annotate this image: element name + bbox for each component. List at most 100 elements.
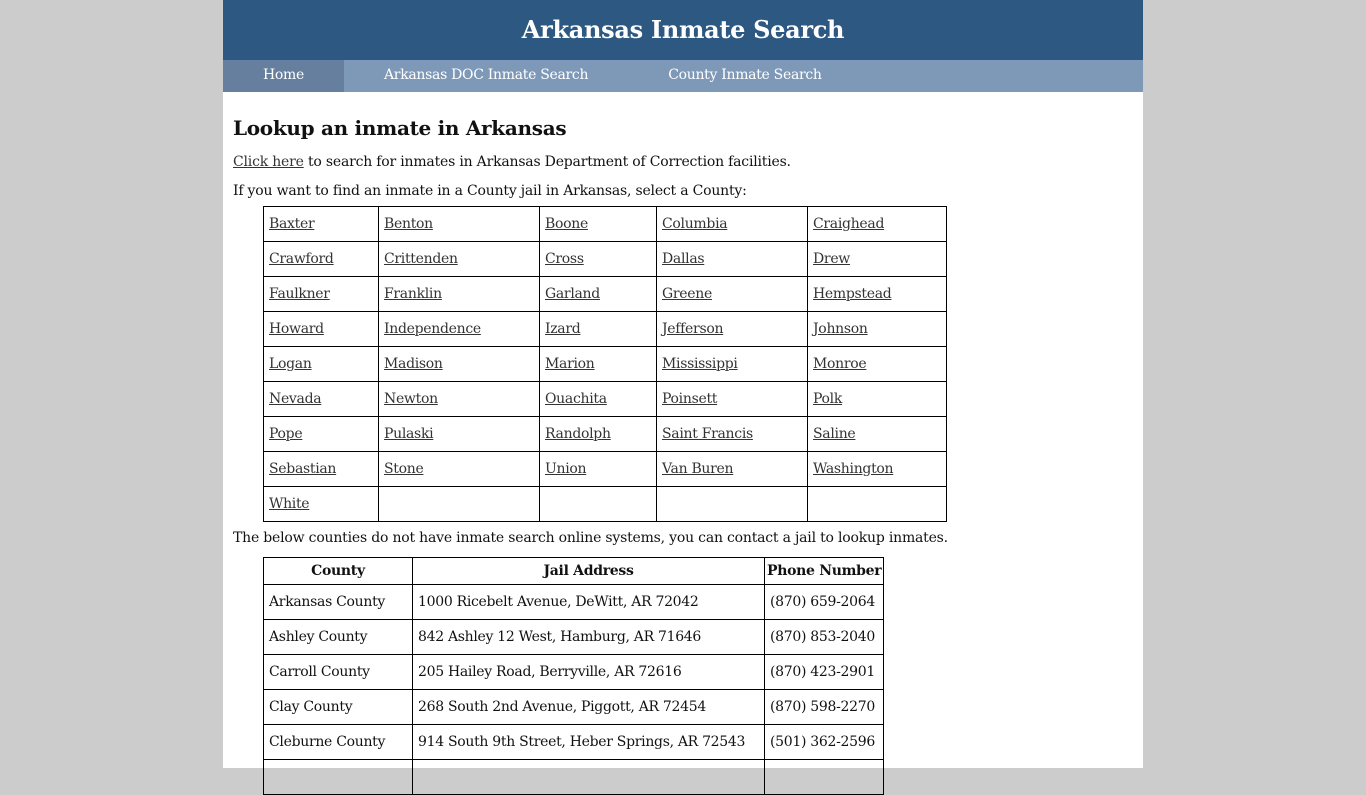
county-link[interactable]: Craighead xyxy=(813,216,884,232)
county-link[interactable]: Johnson xyxy=(813,321,868,337)
county-link[interactable]: Franklin xyxy=(384,286,442,302)
county-link[interactable]: Saint Francis xyxy=(662,426,753,442)
county-row: Nevada Newton Ouachita Poinsett Polk xyxy=(263,381,947,417)
county-link[interactable]: Stone xyxy=(384,461,424,477)
county-cell: Crittenden xyxy=(378,241,540,277)
county-link[interactable]: Logan xyxy=(269,356,312,372)
county-link[interactable]: Hempstead xyxy=(813,286,892,302)
county-link[interactable]: Polk xyxy=(813,391,842,407)
county-link[interactable]: Nevada xyxy=(269,391,322,407)
table-row: Cleburne County 914 South 9th Street, Heb… xyxy=(263,724,885,760)
county-link[interactable]: Columbia xyxy=(662,216,728,232)
county-cell: Union xyxy=(539,451,657,487)
county-cell: Faulkner xyxy=(263,276,379,312)
county-link[interactable]: Sebastian xyxy=(269,461,336,477)
jail-address-cell: 268 South 2nd Avenue, Piggott, AR 72454 xyxy=(412,689,765,725)
doc-search-link[interactable]: Click here xyxy=(233,154,304,170)
jail-address-cell: 914 South 9th Street, Heber Springs, AR … xyxy=(412,724,765,760)
county-link[interactable]: Crittenden xyxy=(384,251,458,267)
nav-county-inmate-search[interactable]: County Inmate Search xyxy=(628,60,861,92)
jail-county-cell: Cleburne County xyxy=(263,724,413,760)
no-online-search-text: The below counties do not have inmate se… xyxy=(233,530,948,546)
county-cell: Pope xyxy=(263,416,379,452)
county-cell: Cross xyxy=(539,241,657,277)
county-link[interactable]: Benton xyxy=(384,216,433,232)
county-link[interactable]: Monroe xyxy=(813,356,867,372)
county-link[interactable]: Washington xyxy=(813,461,894,477)
county-link[interactable]: Greene xyxy=(662,286,712,302)
county-link[interactable]: Drew xyxy=(813,251,850,267)
jail-address-cell: 1000 Ricebelt Avenue, DeWitt, AR 72042 xyxy=(412,584,765,620)
county-link[interactable]: Van Buren xyxy=(662,461,734,477)
site-header: Arkansas Inmate Search xyxy=(223,0,1143,60)
county-link[interactable]: Cross xyxy=(545,251,584,267)
doc-search-text: to search for inmates in Arkansas Depart… xyxy=(303,154,791,170)
column-header-jail-address: Jail Address xyxy=(412,557,765,585)
county-link[interactable]: Dallas xyxy=(662,251,705,267)
county-link[interactable]: Saline xyxy=(813,426,856,442)
jail-address-cell: 205 Hailey Road, Berryville, AR 72616 xyxy=(412,654,765,690)
jail-phone-cell xyxy=(763,759,885,795)
county-cell: Mississippi xyxy=(656,346,808,382)
county-link[interactable]: Mississippi xyxy=(662,356,738,372)
main-content: Lookup an inmate in Arkansas Click here … xyxy=(223,92,1143,795)
county-link[interactable]: Garland xyxy=(545,286,600,302)
county-cell: White xyxy=(263,486,379,522)
page-container: Arkansas Inmate Search Home Arkansas DOC… xyxy=(223,0,1143,795)
county-cell: Benton xyxy=(378,206,540,242)
nav-home[interactable]: Home xyxy=(223,60,344,92)
county-link[interactable]: Pope xyxy=(269,426,303,442)
county-cell: Monroe xyxy=(807,346,947,382)
county-link[interactable]: White xyxy=(269,496,310,512)
page-heading: Lookup an inmate in Arkansas xyxy=(233,116,567,140)
county-link[interactable]: Faulkner xyxy=(269,286,330,302)
jail-contacts-table: County Jail Address Phone Number Arkansa… xyxy=(263,557,885,795)
county-cell: Drew xyxy=(807,241,947,277)
county-link[interactable]: Crawford xyxy=(269,251,334,267)
jail-phone-cell: (870) 423-2901 xyxy=(763,654,885,690)
county-link[interactable]: Boone xyxy=(545,216,588,232)
column-header-phone-number: Phone Number xyxy=(763,557,885,585)
county-cell: Franklin xyxy=(378,276,540,312)
county-link[interactable]: Baxter xyxy=(269,216,315,232)
county-link[interactable]: Independence xyxy=(384,321,481,337)
county-cell: Van Buren xyxy=(656,451,808,487)
county-links-table: Baxter Benton Boone Columbia Craighead Crawfo… xyxy=(263,206,947,522)
jail-county-cell xyxy=(263,759,413,795)
county-link[interactable]: Pulaski xyxy=(384,426,434,442)
county-cell: Ouachita xyxy=(539,381,657,417)
county-link[interactable]: Randolph xyxy=(545,426,611,442)
county-cell: Sebastian xyxy=(263,451,379,487)
county-link[interactable]: Izard xyxy=(545,321,581,337)
nav-arkansas-doc-inmate-search[interactable]: Arkansas DOC Inmate Search xyxy=(344,60,628,92)
county-cell: Izard xyxy=(539,311,657,347)
county-row: Baxter Benton Boone Columbia Craighead xyxy=(263,206,947,242)
main-nav: Home Arkansas DOC Inmate Search County I… xyxy=(223,60,1143,92)
jail-phone-cell: (870) 598-2270 xyxy=(763,689,885,725)
jail-county-cell: Carroll County xyxy=(263,654,413,690)
county-cell: Baxter xyxy=(263,206,379,242)
county-link[interactable]: Madison xyxy=(384,356,443,372)
county-link[interactable]: Poinsett xyxy=(662,391,717,407)
county-cell xyxy=(656,486,808,522)
county-link[interactable]: Howard xyxy=(269,321,324,337)
jail-phone-cell: (501) 362-2596 xyxy=(763,724,885,760)
county-cell: Saint Francis xyxy=(656,416,808,452)
county-row: Logan Madison Marion Mississippi Monroe xyxy=(263,346,947,382)
county-cell: Garland xyxy=(539,276,657,312)
county-row: Crawford Crittenden Cross Dallas Drew xyxy=(263,241,947,277)
county-cell: Washington xyxy=(807,451,947,487)
county-link[interactable]: Marion xyxy=(545,356,595,372)
county-cell: Marion xyxy=(539,346,657,382)
doc-search-paragraph: Click here to search for inmates in Arka… xyxy=(233,152,1133,173)
jail-county-cell: Ashley County xyxy=(263,619,413,655)
county-cell: Logan xyxy=(263,346,379,382)
county-link[interactable]: Jefferson xyxy=(662,321,723,337)
table-row: Clay County 268 South 2nd Avenue, Piggott… xyxy=(263,689,885,725)
county-cell: Independence xyxy=(378,311,540,347)
county-link[interactable]: Union xyxy=(545,461,587,477)
county-link[interactable]: Newton xyxy=(384,391,438,407)
county-cell: Boone xyxy=(539,206,657,242)
county-link[interactable]: Ouachita xyxy=(545,391,607,407)
county-cell: Randolph xyxy=(539,416,657,452)
